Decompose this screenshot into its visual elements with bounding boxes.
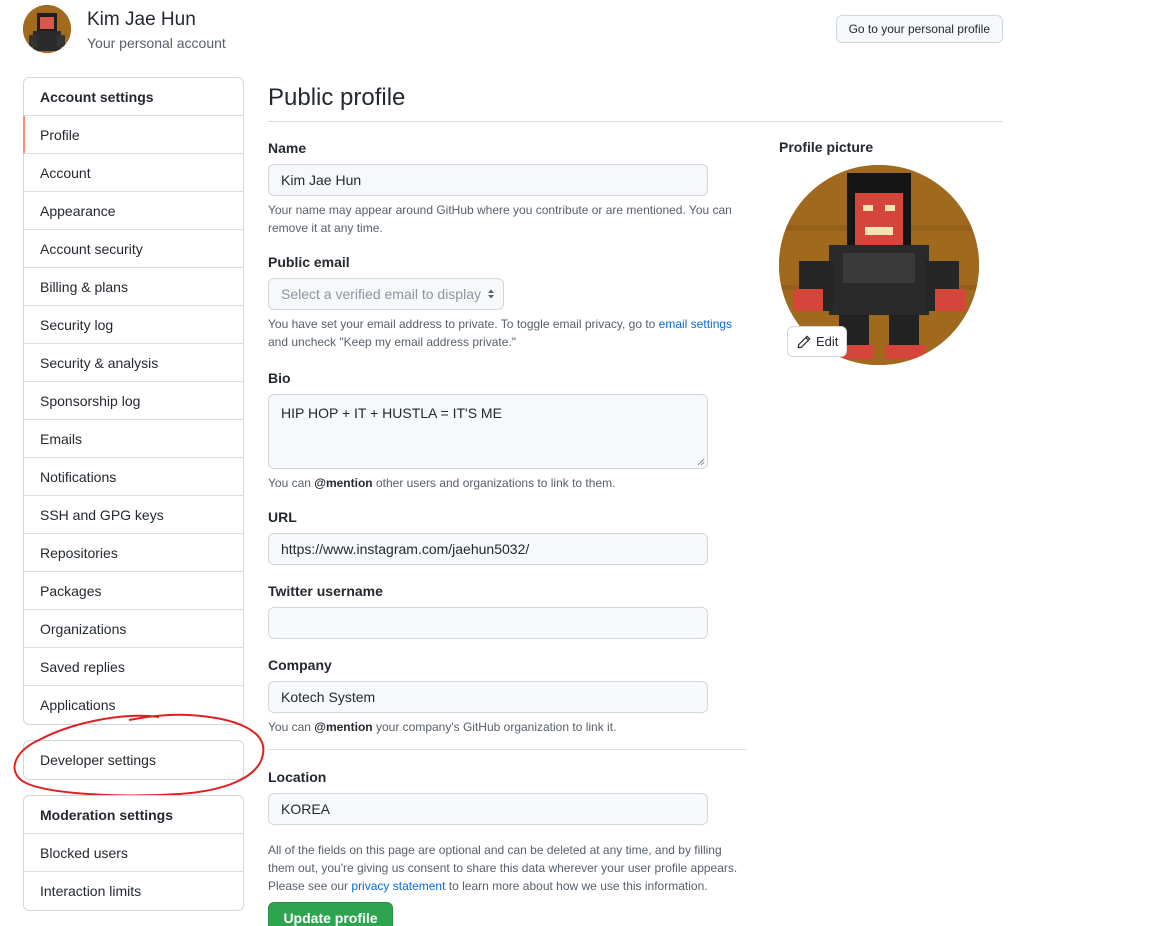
company-help-text: You can @mention your company's GitHub o… bbox=[268, 720, 617, 734]
developer-settings-menu: Developer settings bbox=[23, 740, 244, 780]
sidebar-item-saved-replies[interactable]: Saved replies bbox=[24, 648, 243, 686]
sidebar-item-packages[interactable]: Packages bbox=[24, 572, 243, 610]
url-label: URL bbox=[268, 509, 297, 525]
sidebar-item-notifications[interactable]: Notifications bbox=[24, 458, 243, 496]
bio-help-text: You can @mention other users and organiz… bbox=[268, 476, 616, 490]
sidebar-item-interaction-limits[interactable]: Interaction limits bbox=[24, 872, 243, 910]
sidebar-item-repositories[interactable]: Repositories bbox=[24, 534, 243, 572]
page-header: Kim Jae Hun Your personal account Go to … bbox=[23, 5, 1003, 55]
account-settings-menu: Account settings Profile Account Appeara… bbox=[23, 77, 244, 725]
edit-button-label: Edit bbox=[816, 334, 839, 349]
name-label: Name bbox=[268, 140, 307, 156]
sidebar-item-profile[interactable]: Profile bbox=[23, 116, 243, 154]
profile-picture-label: Profile picture bbox=[779, 139, 874, 155]
title-divider bbox=[268, 121, 1003, 122]
sidebar-item-account-security[interactable]: Account security bbox=[24, 230, 243, 268]
section-divider bbox=[268, 749, 747, 750]
sidebar-item-billing[interactable]: Billing & plans bbox=[24, 268, 243, 306]
sidebar-item-sponsorship-log[interactable]: Sponsorship log bbox=[24, 382, 243, 420]
sidebar-item-account[interactable]: Account bbox=[24, 154, 243, 192]
edit-profile-picture-button[interactable]: Edit bbox=[787, 326, 847, 357]
twitter-username-input[interactable] bbox=[268, 607, 708, 639]
sidebar-item-appearance[interactable]: Appearance bbox=[24, 192, 243, 230]
public-email-help-text: You have set your email address to priva… bbox=[268, 317, 733, 349]
sidebar-item-security-log[interactable]: Security log bbox=[24, 306, 243, 344]
name-help-text: Your name may appear around GitHub where… bbox=[268, 203, 732, 235]
twitter-username-label: Twitter username bbox=[268, 583, 383, 599]
sidebar-item-blocked-users[interactable]: Blocked users bbox=[24, 834, 243, 872]
sidebar-item-emails[interactable]: Emails bbox=[24, 420, 243, 458]
go-to-personal-profile-button[interactable]: Go to your personal profile bbox=[835, 15, 1003, 43]
sidebar-item-ssh-gpg-keys[interactable]: SSH and GPG keys bbox=[24, 496, 243, 534]
bio-text: HIP HOP + IT + HUSTLA = IT'S ME bbox=[281, 405, 502, 421]
sidebar-item-developer-settings[interactable]: Developer settings bbox=[24, 741, 243, 779]
sidebar-item-applications[interactable]: Applications bbox=[24, 686, 243, 724]
user-avatar[interactable] bbox=[23, 5, 71, 53]
company-input[interactable]: Kotech System bbox=[268, 681, 708, 713]
privacy-help-text: All of the fields on this page are optio… bbox=[268, 843, 738, 893]
user-name: Kim Jae Hun bbox=[87, 9, 196, 30]
location-label: Location bbox=[268, 769, 327, 785]
bio-label: Bio bbox=[268, 370, 291, 386]
pencil-icon bbox=[797, 335, 811, 349]
email-settings-link[interactable]: email settings bbox=[659, 317, 732, 331]
url-input[interactable]: https://www.instagram.com/jaehun5032/ bbox=[268, 533, 708, 565]
name-input[interactable]: Kim Jae Hun bbox=[268, 164, 708, 196]
select-caret-icon bbox=[488, 289, 494, 299]
company-label: Company bbox=[268, 657, 332, 673]
resize-grip-icon[interactable] bbox=[697, 458, 705, 466]
moderation-settings-menu: Moderation settings Blocked users Intera… bbox=[23, 795, 244, 911]
page-title: Public profile bbox=[268, 84, 406, 111]
public-email-label: Public email bbox=[268, 254, 350, 270]
sidebar-item-organizations[interactable]: Organizations bbox=[24, 610, 243, 648]
location-input[interactable]: KOREA bbox=[268, 793, 708, 825]
account-type-label: Your personal account bbox=[87, 35, 226, 51]
bio-textarea[interactable]: HIP HOP + IT + HUSTLA = IT'S ME bbox=[268, 394, 708, 469]
public-email-select[interactable]: Select a verified email to display bbox=[268, 278, 504, 310]
public-email-placeholder: Select a verified email to display bbox=[281, 286, 481, 302]
update-profile-button[interactable]: Update profile bbox=[268, 902, 393, 926]
account-settings-heading: Account settings bbox=[24, 78, 243, 116]
moderation-settings-heading: Moderation settings bbox=[24, 796, 243, 834]
sidebar-item-security-analysis[interactable]: Security & analysis bbox=[24, 344, 243, 382]
privacy-statement-link[interactable]: privacy statement bbox=[351, 879, 445, 893]
